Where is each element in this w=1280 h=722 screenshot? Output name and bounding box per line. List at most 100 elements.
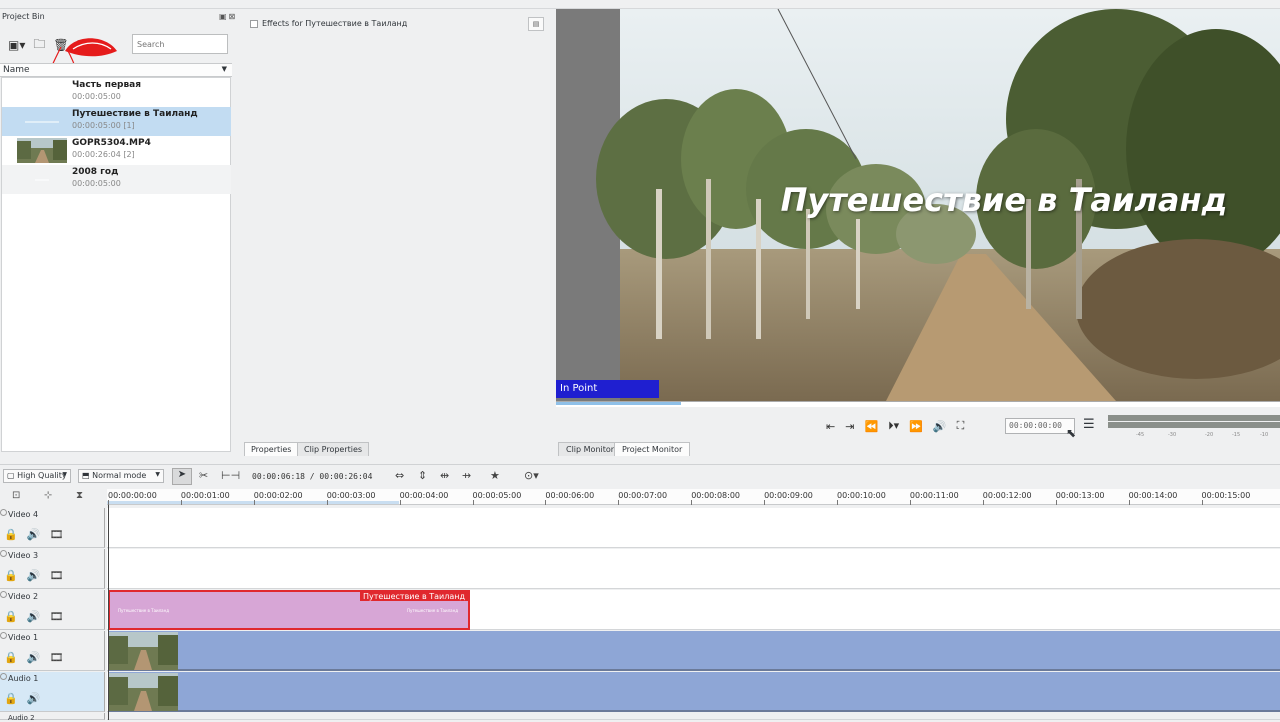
collapse-icon[interactable] xyxy=(0,550,7,557)
audio-icon[interactable]: 🔊 xyxy=(27,528,41,541)
forward-icon[interactable]: ⏩ xyxy=(909,420,923,433)
spacer-tool-icon[interactable]: ⊢⊣ xyxy=(221,469,240,482)
view-mode-icon[interactable]: ▣▾ xyxy=(8,38,25,52)
ruler-tick-label: 00:00:14:00 xyxy=(1128,491,1178,500)
film-icon[interactable]: 🎞 xyxy=(49,610,63,623)
snap-icon[interactable]: ⊹ xyxy=(44,490,52,501)
zoom-fit-icon[interactable]: ⛶ xyxy=(957,419,965,433)
audio-clip[interactable] xyxy=(108,672,1280,712)
razor-tool-icon[interactable]: ✂ xyxy=(199,469,208,482)
track-header-video-1[interactable]: Video 1 🔒 🔊 🎞 xyxy=(0,631,105,671)
clip-label: Путешествие в Таиланд xyxy=(359,592,468,601)
volume-icon[interactable]: 🔊 xyxy=(933,420,947,433)
ruler-tick-label: 00:00:15:00 xyxy=(1201,491,1251,500)
lock-icon[interactable]: 🔒 xyxy=(4,569,18,582)
audio-icon[interactable]: 🔊 xyxy=(27,651,41,664)
list-item[interactable]: Путешествие в Таиланд 00:00:05:00 [1] xyxy=(2,107,231,136)
collapse-icon[interactable] xyxy=(0,509,7,516)
ruler-tick-label: 00:00:11:00 xyxy=(909,491,959,500)
clip-thumb-text: Путешествие в Таиланд xyxy=(406,608,458,613)
film-icon[interactable]: 🎞 xyxy=(49,651,63,664)
audio-icon[interactable]: 🔊 xyxy=(27,692,41,705)
timeline-timecode: 00:00:06:18 / 00:00:26:04 xyxy=(252,472,373,481)
ruler-tick-label: 00:00:13:00 xyxy=(1055,491,1105,500)
ruler-tick xyxy=(545,500,547,505)
bin-search-input[interactable] xyxy=(132,34,228,54)
bin-column-header[interactable]: Name ▼ xyxy=(0,63,232,77)
play-icon[interactable]: ⏵▾ xyxy=(888,419,899,433)
panel-window-buttons[interactable]: ▣⊠ xyxy=(219,12,237,21)
video-clip[interactable] xyxy=(108,631,1280,671)
chevron-down-icon[interactable]: ▼ xyxy=(222,65,227,73)
effects-title: Effects for Путешествие в Таиланд xyxy=(262,19,408,28)
selection-tool-icon[interactable]: ➤ xyxy=(172,468,192,485)
collapse-icon[interactable] xyxy=(0,591,7,598)
ruler-tick-label: 00:00:00:00 xyxy=(108,491,157,500)
ruler-tick xyxy=(618,500,620,505)
hamburger-menu-icon[interactable]: ☰ xyxy=(1083,417,1095,432)
track-area-video-3[interactable] xyxy=(107,549,1280,589)
track-area-audio-2[interactable] xyxy=(107,713,1280,720)
meter-label: -30 xyxy=(1168,432,1176,438)
monitor-ruler[interactable] xyxy=(556,401,1280,407)
list-item[interactable]: Часть первая 00:00:05:00 xyxy=(2,78,231,107)
ruler-tick-label: 00:00:06:00 xyxy=(545,491,595,500)
lock-icon[interactable]: 🔒 xyxy=(4,610,18,623)
track-header-video-3[interactable]: Video 3 🔒 🔊 🎞 xyxy=(0,549,105,589)
marker-icon[interactable]: ⊙▾ xyxy=(524,469,539,482)
lock-icon[interactable]: 🔒 xyxy=(4,651,18,664)
tab-clip-properties[interactable]: Clip Properties xyxy=(297,442,370,456)
set-out-point-icon[interactable]: ⇥ xyxy=(845,420,854,433)
lock-icon[interactable]: 🔒 xyxy=(4,528,18,541)
ruler-tick xyxy=(764,500,766,505)
keyframe-icon[interactable]: ⧗ xyxy=(76,490,83,501)
track-header-video-2[interactable]: Video 2 🔒 🔊 🎞 xyxy=(0,590,105,630)
timeline-toolbar: ▢ High Quality ▼ ⬒ Normal mode ▼ ➤ ✂ ⊢⊣ 00… xyxy=(0,464,1280,486)
clip-thumbnail xyxy=(17,167,67,192)
list-item[interactable]: GOPR5304.MP4 00:00:26:04 [2] xyxy=(2,136,231,165)
rewind-icon[interactable]: ⏪ xyxy=(864,420,878,433)
ruler-tick-label: 00:00:08:00 xyxy=(691,491,740,500)
lock-icon[interactable]: 🔒 xyxy=(4,692,18,705)
timeline-ruler[interactable]: 00:00:00:00 00:00:01:00 00:00:02:00 00:00:0… xyxy=(107,489,1280,505)
fit-zoom-icon[interactable]: ⊡ xyxy=(12,490,20,501)
insert-icon[interactable]: ⇔ xyxy=(395,469,404,482)
chevron-down-icon: ▼ xyxy=(155,471,160,478)
title-overlay-text: Путешествие в Таиланд xyxy=(780,181,1228,219)
tab-clip-monitor[interactable]: Clip Monitor xyxy=(558,442,623,456)
clip-thumbnail xyxy=(108,632,178,670)
audio-icon[interactable]: 🔊 xyxy=(27,610,41,623)
film-icon[interactable]: 🎞 xyxy=(49,569,63,582)
effects-menu-button[interactable]: ▤ xyxy=(528,17,544,31)
monitor-timecode-field[interactable]: 00:00:00:00 xyxy=(1005,418,1075,434)
track-area-video-4[interactable] xyxy=(107,508,1280,548)
collapse-icon[interactable] xyxy=(0,632,7,639)
bin-clip-list: Часть первая 00:00:05:00 Путешествие в Т… xyxy=(1,77,231,452)
tab-project-monitor[interactable]: Project Monitor xyxy=(614,442,691,456)
audio-icon[interactable]: 🔊 xyxy=(27,569,41,582)
chevron-down-icon: ▼ xyxy=(62,471,67,478)
track-header-video-4[interactable]: Video 4 🔒 🔊 🎞 xyxy=(0,508,105,548)
audio-level-meter: -45 -30 -20 -15 -10 xyxy=(1108,415,1280,438)
set-in-point-icon[interactable]: ⇤ xyxy=(826,420,835,433)
lift-icon[interactable]: ⇹ xyxy=(440,469,449,482)
tab-properties[interactable]: Properties xyxy=(244,442,299,456)
ruler-tick-label: 00:00:03:00 xyxy=(326,491,376,500)
mouse-cursor-icon: ⬉ xyxy=(1066,426,1077,440)
timeline-playhead[interactable] xyxy=(108,505,109,720)
extract-icon[interactable]: ⇸ xyxy=(462,469,471,482)
project-monitor-view[interactable]: Путешествие в Таиланд In Point xyxy=(556,9,1280,401)
effects-enable-checkbox[interactable] xyxy=(250,20,258,28)
preview-quality-select[interactable]: ▢ High Quality ▼ xyxy=(3,469,71,483)
collapse-icon[interactable] xyxy=(0,673,7,680)
edit-mode-select[interactable]: ⬒ Normal mode ▼ xyxy=(78,469,164,483)
list-item[interactable]: 2008 год 00:00:05:00 xyxy=(2,165,231,194)
film-icon[interactable]: 🎞 xyxy=(49,528,63,541)
overwrite-icon[interactable]: ⇕ xyxy=(418,469,427,482)
track-header-audio-1[interactable]: Audio 1 🔒 🔊 xyxy=(0,672,105,712)
title-clip[interactable]: Путешествие в Таиланд Путешествие в Таил… xyxy=(108,590,470,630)
star-icon[interactable]: ★ xyxy=(490,469,500,482)
track-header-audio-2[interactable]: Audio 2 xyxy=(0,713,105,722)
column-header-name: Name xyxy=(3,65,30,75)
ruler-tick xyxy=(691,500,693,505)
